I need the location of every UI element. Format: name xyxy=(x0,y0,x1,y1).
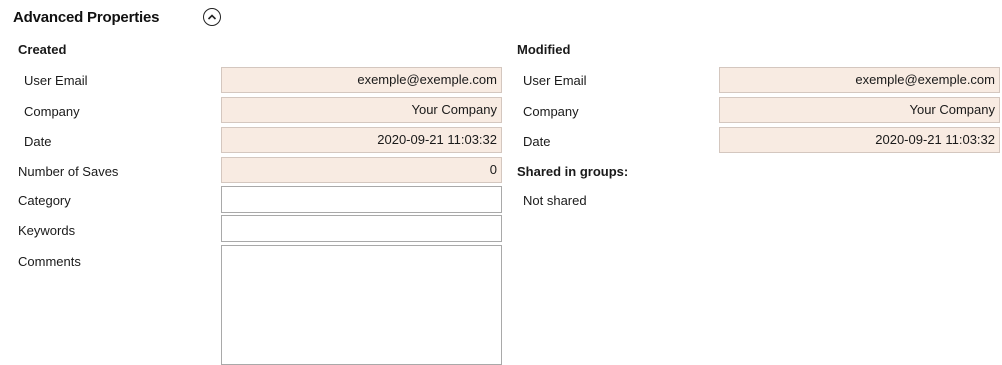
number-of-saves-label: Number of Saves xyxy=(18,164,119,179)
shared-groups-title: Shared in groups: xyxy=(517,164,629,179)
modified-user-email-label: User Email xyxy=(523,73,587,88)
category-label: Category xyxy=(18,193,71,208)
created-company-field[interactable]: Your Company xyxy=(221,97,502,123)
created-user-email-label: User Email xyxy=(24,73,88,88)
section-title: Advanced Properties xyxy=(13,9,160,26)
created-company-label: Company xyxy=(24,104,80,119)
comments-textarea[interactable] xyxy=(221,245,502,365)
created-date-field[interactable]: 2020-09-21 11:03:32 xyxy=(221,127,502,153)
collapse-button[interactable] xyxy=(203,8,221,26)
keywords-input[interactable] xyxy=(221,215,502,242)
modified-company-label: Company xyxy=(523,104,579,119)
created-group-title: Created xyxy=(18,42,67,57)
comments-label: Comments xyxy=(18,254,81,269)
created-user-email-field[interactable]: exemple@exemple.com xyxy=(221,67,502,93)
category-input[interactable] xyxy=(221,186,502,213)
created-date-label: Date xyxy=(24,134,52,149)
keywords-label: Keywords xyxy=(18,223,76,238)
number-of-saves-field[interactable]: 0 xyxy=(221,157,502,183)
modified-user-email-field[interactable]: exemple@exemple.com xyxy=(719,67,1000,93)
modified-company-field[interactable]: Your Company xyxy=(719,97,1000,123)
modified-group-title: Modified xyxy=(517,42,571,57)
modified-date-field[interactable]: 2020-09-21 11:03:32 xyxy=(719,127,1000,153)
chevron-up-icon xyxy=(207,14,217,20)
modified-date-label: Date xyxy=(523,134,551,149)
shared-status-text: Not shared xyxy=(523,193,587,208)
